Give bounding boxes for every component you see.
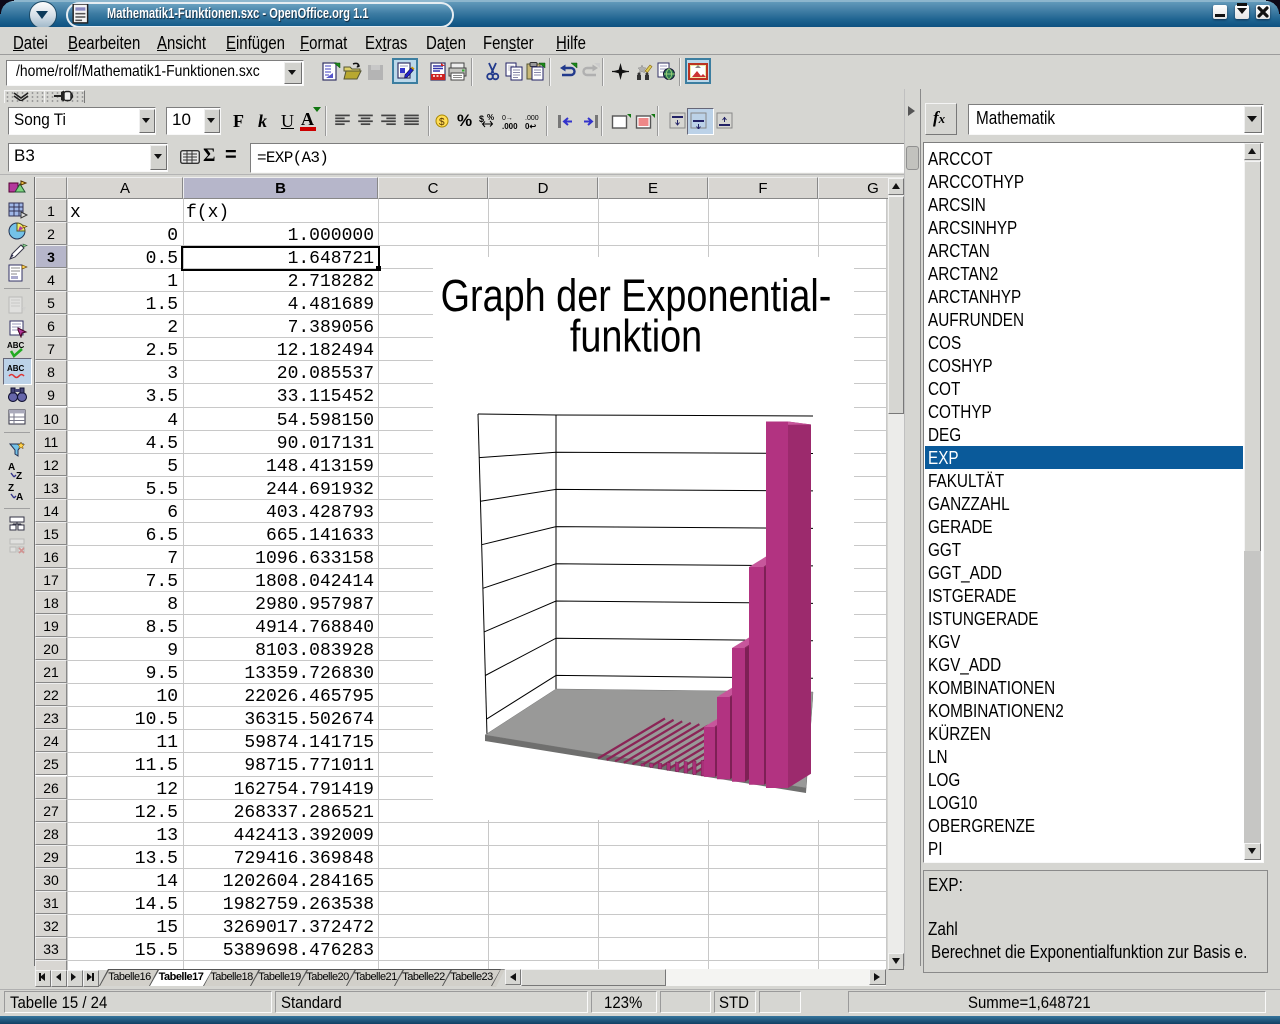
svg-text:%: %: [487, 113, 494, 122]
svg-text:0→: 0→: [502, 115, 513, 122]
svg-text:funktion: funktion: [570, 310, 702, 361]
svg-text:$: $: [439, 117, 445, 128]
svg-text:.000: .000: [525, 115, 539, 122]
svg-text:$: $: [479, 114, 484, 124]
svg-text:.000: .000: [502, 122, 518, 131]
svg-text:0↩: 0↩: [525, 122, 536, 131]
